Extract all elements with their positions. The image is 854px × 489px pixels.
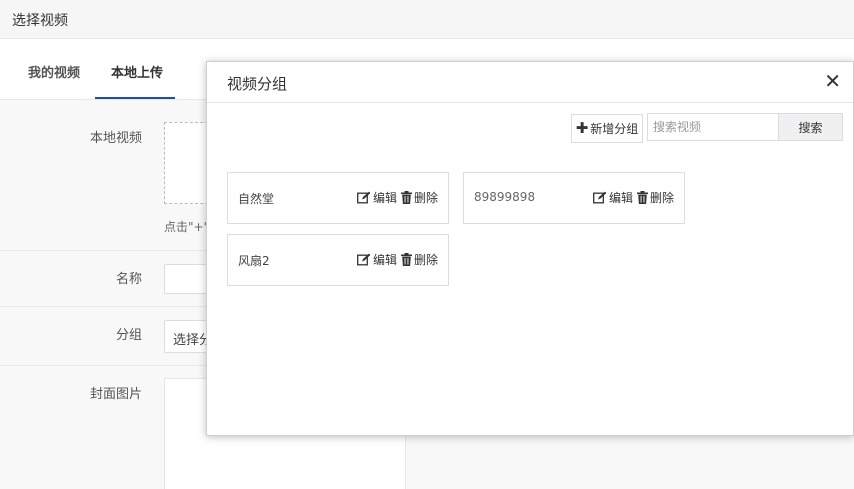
edit-icon xyxy=(357,191,371,204)
title-bar: 选择视频 xyxy=(0,0,854,39)
add-group-label: 新增分组 xyxy=(590,122,639,136)
tab-local-upload[interactable]: 本地上传 xyxy=(111,62,163,81)
local-video-label: 本地视频 xyxy=(89,131,142,146)
group-card: 89899898 编辑 删除 xyxy=(463,172,685,224)
active-tab-indicator xyxy=(95,97,175,99)
name-label: 名称 xyxy=(115,272,142,287)
group-card: 风扇2 编辑 删除 xyxy=(227,234,449,286)
window-title: 选择视频 xyxy=(12,13,68,29)
search-button[interactable]: 搜索 xyxy=(778,113,843,141)
delete-label: 删除 xyxy=(649,191,674,205)
delete-label: 删除 xyxy=(413,253,438,267)
search-input[interactable] xyxy=(647,113,779,141)
plus-icon: ✚ xyxy=(575,119,589,137)
edit-button[interactable]: 编辑 xyxy=(357,189,397,206)
delete-button[interactable]: 删除 xyxy=(636,189,674,206)
group-name: 89899898 xyxy=(474,190,536,204)
edit-button[interactable]: 编辑 xyxy=(593,189,633,206)
group-name: 风扇2 xyxy=(238,254,270,268)
group-name: 自然堂 xyxy=(238,192,275,206)
delete-button[interactable]: 删除 xyxy=(400,251,438,268)
edit-icon xyxy=(357,253,371,266)
dialog-title: 视频分组 xyxy=(227,75,288,93)
group-label: 分组 xyxy=(115,328,142,343)
edit-button[interactable]: 编辑 xyxy=(357,251,397,268)
dialog-header: 视频分组 ✕ xyxy=(207,62,853,103)
upload-hint: 点击"+" xyxy=(164,220,210,234)
edit-label: 编辑 xyxy=(608,191,633,205)
delete-label: 删除 xyxy=(413,191,438,205)
delete-button[interactable]: 删除 xyxy=(400,189,438,206)
trash-icon xyxy=(400,191,412,204)
trash-icon xyxy=(400,253,412,266)
tab-my-videos[interactable]: 我的视频 xyxy=(28,62,80,81)
video-group-dialog: 视频分组 ✕ ✚ 新增分组 搜索 自然堂 编辑 删除 89899898 编辑 xyxy=(206,61,854,436)
group-card: 自然堂 编辑 删除 xyxy=(227,172,449,224)
edit-label: 编辑 xyxy=(372,191,397,205)
edit-label: 编辑 xyxy=(372,253,397,267)
close-icon[interactable]: ✕ xyxy=(824,68,841,94)
add-group-button[interactable]: ✚ 新增分组 xyxy=(571,114,643,143)
edit-icon xyxy=(593,191,607,204)
cover-label: 封面图片 xyxy=(89,387,142,402)
trash-icon xyxy=(636,191,648,204)
